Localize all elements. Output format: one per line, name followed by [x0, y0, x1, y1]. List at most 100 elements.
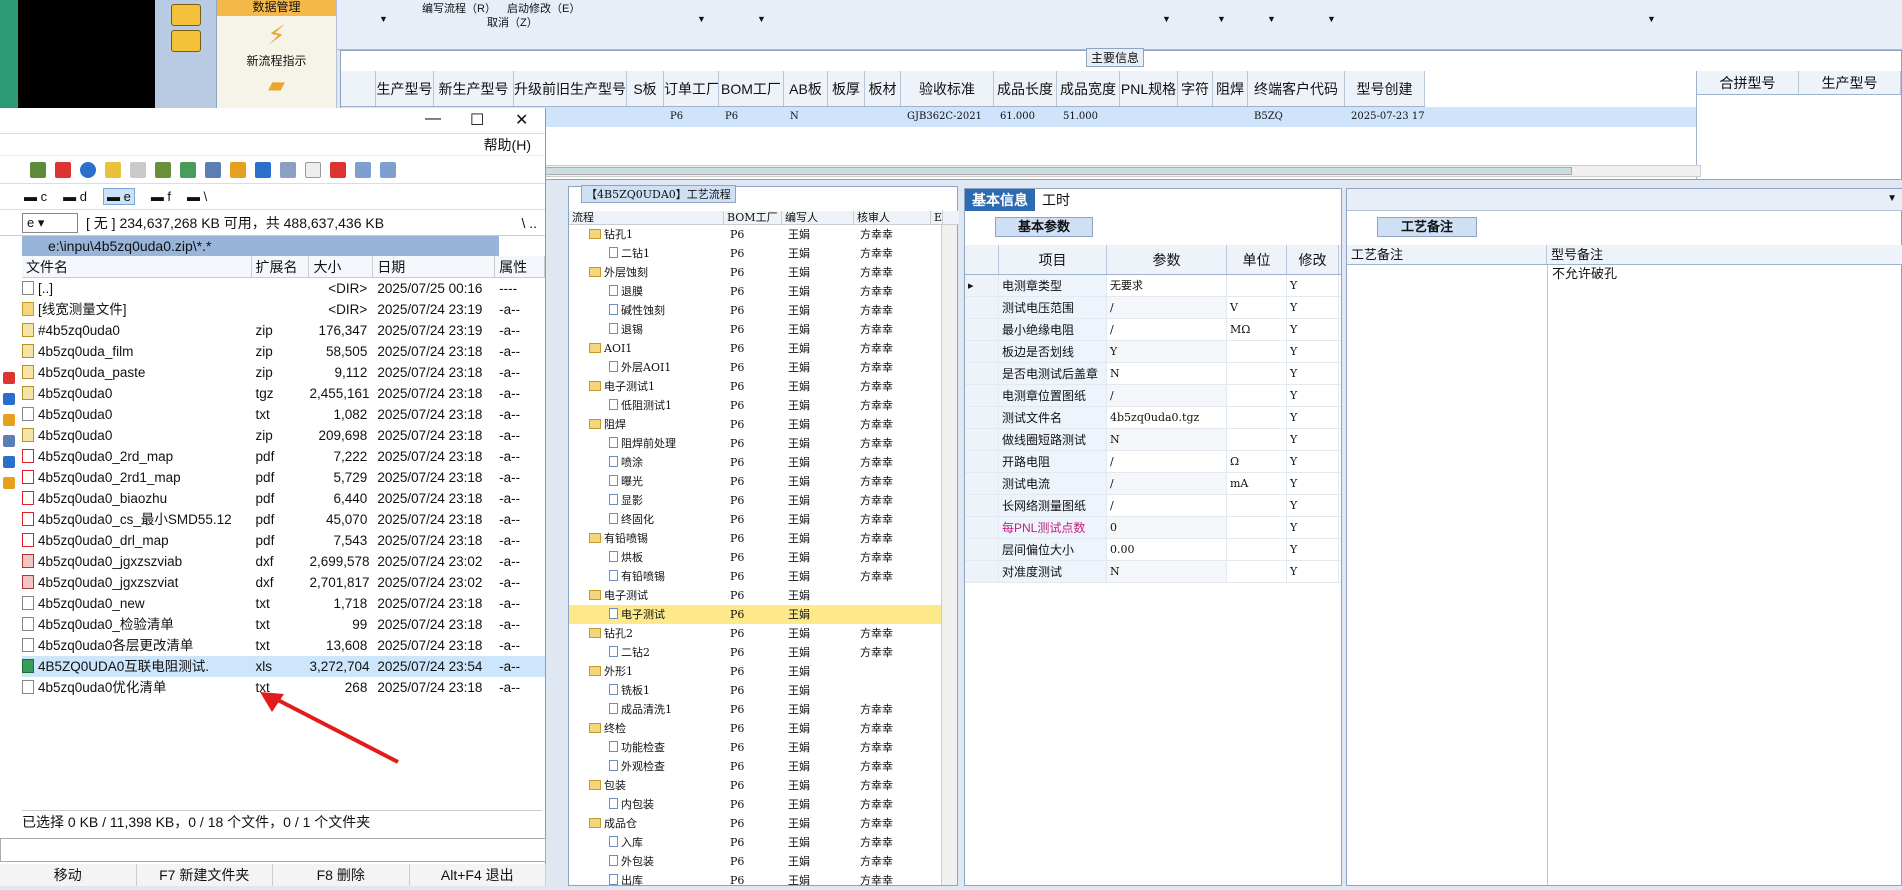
flow-row[interactable]: 内包装 P6 王娟 方幸幸: [569, 795, 941, 814]
param-modify[interactable]: Y: [1287, 495, 1339, 516]
file-row[interactable]: 4b5zq0uda0_drl_map pdf 7,543 2025/07/24 23:…: [22, 530, 545, 551]
fkey-button[interactable]: F7 新建文件夹: [136, 864, 273, 886]
scrollbar-thumb[interactable]: [482, 167, 1572, 175]
file-row[interactable]: [线宽测量文件] <DIR> 2025/07/24 23:19 -a--: [22, 299, 545, 320]
param-row[interactable]: 测试文件名 4b5zq0uda0.tgz Y: [965, 407, 1341, 429]
flow-step[interactable]: 退膜: [569, 282, 727, 301]
param-value[interactable]: /: [1107, 385, 1227, 406]
side-info2-icon[interactable]: [3, 456, 15, 468]
param-value[interactable]: /: [1107, 495, 1227, 516]
dropdown-arrow-icon[interactable]: ▼: [1267, 14, 1276, 24]
flow-step[interactable]: 成品仓: [569, 814, 727, 833]
dropdown-arrow-icon[interactable]: ▼: [757, 14, 766, 24]
column-header[interactable]: 型号创建: [1345, 71, 1425, 106]
cell[interactable]: [1120, 107, 1178, 127]
file-row[interactable]: 4b5zq0uda0_jgxzszviab dxf 2,699,578 2025/07…: [22, 551, 545, 572]
param-row[interactable]: 最小绝缘电阻 / MΩ Y: [965, 319, 1341, 341]
flow-row[interactable]: 成品清洗1 P6 王娟 方幸幸: [569, 700, 941, 719]
param-modify[interactable]: Y: [1287, 407, 1339, 428]
col-modify[interactable]: 修改: [1287, 245, 1339, 274]
dropdown-arrow-icon[interactable]: ▼: [1217, 14, 1226, 24]
col-param[interactable]: 参数: [1107, 245, 1227, 274]
sync-icon[interactable]: [80, 161, 96, 178]
flow-row[interactable]: 钻孔1 P6 王娟 方幸幸: [569, 225, 941, 244]
fkey-button[interactable]: 移动: [0, 864, 137, 886]
flow-step[interactable]: 包装: [569, 776, 727, 795]
flow-row[interactable]: 电子测试 P6 王娟: [569, 605, 941, 624]
param-row[interactable]: 对准度测试 N Y: [965, 561, 1341, 583]
file-name[interactable]: 4b5zq0uda0各层更改清单: [22, 635, 252, 656]
doc-icon[interactable]: [130, 161, 146, 178]
param-row[interactable]: 做线圈短路测试 N Y: [965, 429, 1341, 451]
file-row[interactable]: 4b5zq0uda0_检验清单 txt 99 2025/07/24 23:18 -a--: [22, 614, 545, 635]
flow-row[interactable]: 功能检查 P6 王娟 方幸幸: [569, 738, 941, 757]
param-row[interactable]: 层间偏位大小 0.00 Y: [965, 539, 1341, 561]
flow-row[interactable]: 烘板 P6 王娟 方幸幸: [569, 548, 941, 567]
flow-step[interactable]: 阻焊前处理: [569, 434, 727, 453]
flow-step[interactable]: 入库: [569, 833, 727, 852]
param-value[interactable]: 0: [1107, 517, 1227, 538]
col-date[interactable]: 日期: [373, 256, 496, 277]
file-name[interactable]: 4b5zq0uda0_jgxzszviab: [22, 551, 252, 572]
cell[interactable]: N: [784, 107, 828, 127]
file-name[interactable]: 4b5zq0uda0_cs_最小SMD55.12: [22, 509, 252, 530]
param-modify[interactable]: Y: [1287, 473, 1339, 494]
flow-row[interactable]: 外形1 P6 王娟: [569, 662, 941, 681]
flow-step[interactable]: 碱性蚀刻: [569, 301, 727, 320]
param-value[interactable]: /: [1107, 451, 1227, 472]
dropdown-arrow-icon[interactable]: ▼: [1162, 14, 1171, 24]
tab-basic-info[interactable]: 基本信息: [965, 189, 1035, 211]
flow-row[interactable]: 外层AOI1 P6 王娟 方幸幸: [569, 358, 941, 377]
param-row[interactable]: 板边是否划线 Y Y: [965, 341, 1341, 363]
file-row[interactable]: 4b5zq0uda0 zip 209,698 2025/07/24 23:18 -a--: [22, 425, 545, 446]
flow-row[interactable]: 显影 P6 王娟 方幸幸: [569, 491, 941, 510]
flow-col-reviewer[interactable]: 核审人: [854, 211, 931, 224]
compare-icon[interactable]: [205, 161, 221, 178]
file-name[interactable]: 4b5zq0uda0: [22, 383, 252, 404]
param-row[interactable]: 长网络测量图纸 / Y: [965, 495, 1341, 517]
column-header[interactable]: AB板: [784, 71, 828, 106]
flow-row[interactable]: 二钻2 P6 王娟 方幸幸: [569, 643, 941, 662]
flow-step[interactable]: 喷涂: [569, 453, 727, 472]
flow-row[interactable]: 阻焊前处理 P6 王娟 方幸幸: [569, 434, 941, 453]
file-name[interactable]: 4b5zq0uda0: [22, 404, 252, 425]
production-model-header[interactable]: 生产型号: [1799, 71, 1901, 94]
flow-col-bom[interactable]: BOM工厂: [724, 211, 782, 224]
flow-row[interactable]: 终固化 P6 王娟 方幸幸: [569, 510, 941, 529]
param-row[interactable]: ▸ 电测章类型 无要求 Y: [965, 275, 1341, 297]
file-row[interactable]: 4b5zq0uda0 tgz 2,455,161 2025/07/24 23:18 -a…: [22, 383, 545, 404]
flow-step[interactable]: 外层AOI1: [569, 358, 727, 377]
flow-row[interactable]: 入库 P6 王娟 方幸幸: [569, 833, 941, 852]
path-buttons[interactable]: \ ..: [521, 215, 537, 231]
flow-row[interactable]: 电子测试 P6 王娟: [569, 586, 941, 605]
pdf2-icon[interactable]: [330, 161, 346, 178]
folder-open-icon[interactable]: ▰: [217, 73, 336, 97]
path-bar[interactable]: e:\inpu\4b5zq0uda0.zip\*.*: [22, 236, 499, 256]
drive-root[interactable]: ▬ \: [187, 189, 207, 204]
column-header[interactable]: 生产型号: [376, 71, 434, 106]
cell[interactable]: B5ZQ: [1248, 107, 1345, 127]
file-row[interactable]: 4b5zq0uda0_2rd1_map pdf 5,729 2025/07/24 23…: [22, 467, 545, 488]
param-modify[interactable]: Y: [1287, 363, 1339, 384]
flow-step[interactable]: 终固化: [569, 510, 727, 529]
flow-col-extra[interactable]: E: [931, 211, 943, 224]
param-modify[interactable]: Y: [1287, 341, 1339, 362]
param-value[interactable]: 无要求: [1107, 275, 1227, 296]
dropdown-arrow-icon[interactable]: ▼: [379, 14, 388, 24]
flow-row[interactable]: AOI1 P6 王娟 方幸幸: [569, 339, 941, 358]
flow-step[interactable]: 曝光: [569, 472, 727, 491]
side-folder-icon[interactable]: [3, 477, 15, 489]
new-flow-label[interactable]: 新流程指示: [217, 52, 336, 69]
param-row[interactable]: 电测章位置图纸 / Y: [965, 385, 1341, 407]
flow-step[interactable]: 外包装: [569, 852, 727, 871]
flow-row[interactable]: 铣板1 P6 王娟: [569, 681, 941, 700]
fkey-button[interactable]: F8 删除: [273, 864, 410, 886]
flow-row[interactable]: 退膜 P6 王娟 方幸幸: [569, 282, 941, 301]
tree-icon[interactable]: [155, 161, 171, 178]
file-name[interactable]: 4b5zq0uda_film: [22, 341, 252, 362]
file-name[interactable]: 4b5zq0uda0_new: [22, 593, 252, 614]
flow-row[interactable]: 阻焊 P6 王娟 方幸幸: [569, 415, 941, 434]
file-name[interactable]: [..]: [22, 278, 252, 299]
column-header[interactable]: PNL规格: [1120, 71, 1178, 106]
column-header[interactable]: 订单工厂: [664, 71, 719, 106]
